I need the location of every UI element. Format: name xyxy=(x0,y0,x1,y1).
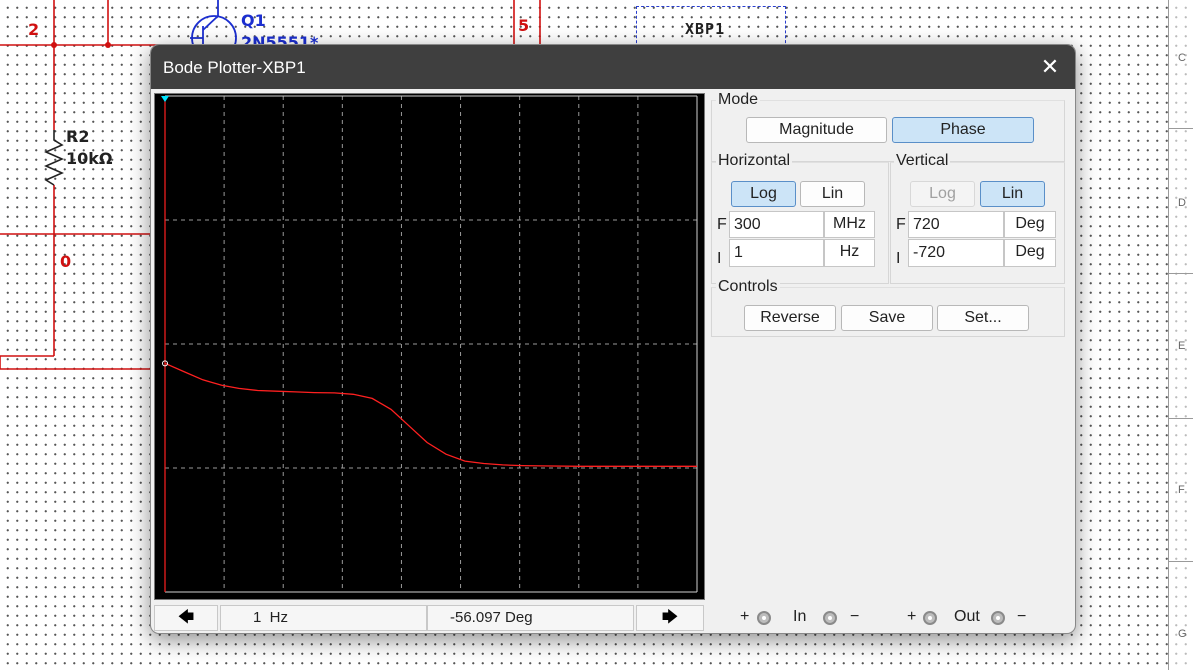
bode-plot-area[interactable] xyxy=(154,93,705,600)
in-plus-terminal[interactable] xyxy=(757,611,771,625)
magnitude-button[interactable]: Magnitude xyxy=(746,117,887,143)
xbp-name-label: XBP1 xyxy=(685,20,726,38)
vertical-initial-unit-select[interactable]: Deg xyxy=(1004,239,1056,267)
in-plus-label: + xyxy=(740,608,750,625)
vertical-lin-button[interactable]: Lin xyxy=(980,181,1045,207)
horizontal-initial-label: I xyxy=(717,250,722,267)
arrow-left-icon: 🡄 xyxy=(177,609,195,626)
horizontal-initial-input[interactable]: 1 xyxy=(729,239,824,267)
ruler-label: E xyxy=(1178,340,1186,352)
vertical-final-unit-select[interactable]: Deg xyxy=(1004,211,1056,238)
cursor-left-button[interactable]: 🡄 xyxy=(154,605,218,631)
horizontal-final-label: F xyxy=(717,216,727,233)
horizontal-final-unit-select[interactable]: MHz xyxy=(824,211,875,238)
sheet-border-ruler: C D E F G xyxy=(1168,0,1193,670)
out-label: Out xyxy=(954,608,980,625)
cursor-right-button[interactable]: 🡆 xyxy=(636,605,704,631)
out-minus-terminal[interactable] xyxy=(991,611,1005,625)
set-button[interactable]: Set... xyxy=(937,305,1029,331)
vertical-initial-input[interactable]: -720 xyxy=(908,239,1004,267)
junction-dot xyxy=(105,42,111,48)
cursor-marker-icon xyxy=(161,96,169,102)
out-minus-label: − xyxy=(1017,608,1027,625)
window-title: Bode Plotter-XBP1 xyxy=(163,58,306,77)
ruler-tick xyxy=(1169,128,1193,129)
horizontal-group-label: Horizontal xyxy=(716,152,793,170)
save-button[interactable]: Save xyxy=(841,305,933,331)
close-icon[interactable]: ✕ xyxy=(1035,52,1065,82)
r2-value-label: 10kΩ xyxy=(66,149,113,168)
vertical-log-button[interactable]: Log xyxy=(910,181,975,207)
phase-button[interactable]: Phase xyxy=(892,117,1034,143)
ruler-tick xyxy=(1169,418,1193,419)
ruler-label: C xyxy=(1178,52,1186,64)
vertical-final-input[interactable]: 720 xyxy=(908,211,1004,238)
out-plus-label: + xyxy=(907,608,917,625)
reverse-button[interactable]: Reverse xyxy=(744,305,836,331)
arrow-right-icon: 🡆 xyxy=(661,609,679,626)
in-minus-terminal[interactable] xyxy=(823,611,837,625)
node-label-0: 0 xyxy=(60,252,72,271)
ruler-label: G xyxy=(1178,628,1187,640)
vertical-final-label: F xyxy=(896,216,906,233)
r2-name-label: R2 xyxy=(66,127,90,146)
bode-plotter-instrument-symbol[interactable]: XBP1 xyxy=(636,6,786,48)
frequency-readout-text: 1 Hz xyxy=(253,609,289,626)
phase-series-line xyxy=(164,362,697,467)
controls-group-label: Controls xyxy=(716,278,780,296)
node-label-2: 2 xyxy=(28,20,40,39)
phase-readout: -56.097 Deg xyxy=(427,605,634,631)
vertical-group-label: Vertical xyxy=(894,152,951,170)
horizontal-initial-unit-select[interactable]: Hz xyxy=(824,239,875,267)
ruler-label: F xyxy=(1178,484,1185,496)
junction-dot xyxy=(51,42,57,48)
out-plus-terminal[interactable] xyxy=(923,611,937,625)
ruler-tick xyxy=(1169,561,1193,562)
vertical-initial-label: I xyxy=(896,250,901,267)
q1-name-label: Q1 xyxy=(241,11,266,30)
horizontal-final-input[interactable]: 300 xyxy=(729,211,824,238)
in-label: In xyxy=(793,608,807,625)
horizontal-log-button[interactable]: Log xyxy=(731,181,796,207)
title-bar[interactable]: Bode Plotter-XBP1 ✕ xyxy=(151,45,1075,89)
phase-readout-text: -56.097 Deg xyxy=(450,609,533,626)
node-label-5: 5 xyxy=(518,16,530,35)
frequency-readout: 1 Hz xyxy=(220,605,427,631)
bode-plotter-window: Bode Plotter-XBP1 ✕ 🡄 1 Hz -56.097 Deg 🡆… xyxy=(150,44,1076,634)
horizontal-lin-button[interactable]: Lin xyxy=(800,181,865,207)
resistor-r2-symbol xyxy=(44,130,64,186)
in-minus-label: − xyxy=(850,608,860,625)
bode-plot-svg xyxy=(161,95,698,593)
ruler-tick xyxy=(1169,273,1193,274)
ruler-label: D xyxy=(1178,197,1186,209)
mode-group-label: Mode xyxy=(716,91,761,109)
